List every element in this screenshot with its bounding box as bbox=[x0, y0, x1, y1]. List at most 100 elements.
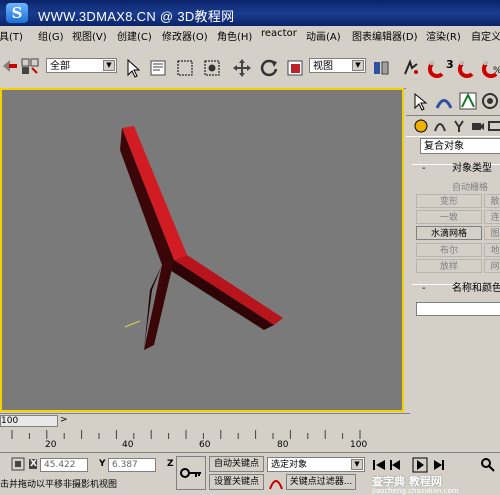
rollout-object-type[interactable]: - 对象类型 bbox=[412, 164, 500, 176]
menu-reactor[interactable]: reactor bbox=[261, 28, 297, 39]
move-icon[interactable] bbox=[232, 58, 252, 78]
undo-icon[interactable] bbox=[0, 56, 20, 76]
connect-button[interactable]: 连 bbox=[484, 210, 500, 224]
status-bar: X 45.422 Y 6.387 Z 自动关键点 设置关键点 选定对象 ▼ 关键… bbox=[0, 452, 500, 495]
object-right-arm-side bbox=[162, 260, 274, 330]
app-logo-icon: S bbox=[6, 3, 28, 23]
axis-tripod bbox=[124, 320, 141, 328]
rotate-icon[interactable] bbox=[259, 58, 279, 78]
shapemerge-button[interactable]: 图 bbox=[484, 226, 500, 240]
menu-tools[interactable]: 具(T) bbox=[0, 28, 23, 43]
z-label: Z bbox=[167, 459, 174, 469]
perspective-viewport[interactable] bbox=[0, 88, 404, 412]
key-filters-button[interactable]: 关键点过滤器... bbox=[286, 474, 356, 490]
modify-tab-icon[interactable] bbox=[434, 91, 454, 111]
create-tab-icon[interactable] bbox=[410, 91, 430, 111]
rollout-name-color-title: 名称和颜色 bbox=[452, 283, 500, 294]
frame-display: 100 bbox=[1, 416, 19, 426]
menu-animation[interactable]: 动画(A) bbox=[306, 28, 341, 43]
lights-icon[interactable] bbox=[452, 119, 466, 133]
zoom-icon[interactable] bbox=[480, 457, 496, 473]
select-object-icon[interactable] bbox=[123, 58, 143, 78]
ref-coord-value: 视图 bbox=[313, 61, 333, 72]
cameras-icon[interactable] bbox=[471, 119, 485, 133]
y-coordinate-field[interactable]: 6.387 bbox=[108, 458, 156, 472]
menu-modifiers[interactable]: 修改器(O) bbox=[162, 28, 208, 43]
geometry-icon[interactable] bbox=[414, 119, 428, 133]
menu-bar: 具(T) 组(G) 视图(V) 创建(C) 修改器(O) 角色(H) react… bbox=[0, 26, 500, 45]
select-filter-icon[interactable] bbox=[20, 56, 40, 76]
mirror-icon[interactable] bbox=[401, 58, 421, 78]
ruler-label: 20 bbox=[45, 440, 57, 450]
boolean-button[interactable]: 布尔 bbox=[416, 243, 482, 257]
rollout-object-type-title: 对象类型 bbox=[452, 163, 492, 174]
scatter-button[interactable]: 散 bbox=[484, 194, 500, 208]
scale-icon[interactable] bbox=[285, 58, 305, 78]
ruler-label: 60 bbox=[199, 440, 211, 450]
menu-group[interactable]: 组(G) bbox=[38, 28, 64, 43]
pivot-icon[interactable] bbox=[371, 58, 391, 78]
play-icon[interactable] bbox=[412, 457, 428, 473]
x-coordinate-field[interactable]: 45.422 bbox=[40, 458, 88, 472]
lock-selection-icon[interactable] bbox=[10, 456, 26, 472]
goto-start-icon[interactable] bbox=[372, 458, 386, 472]
menu-character[interactable]: 角色(H) bbox=[217, 28, 252, 43]
percent-snap-label: % bbox=[493, 66, 500, 76]
chevron-down-icon: ▼ bbox=[351, 459, 363, 470]
viewport-canvas bbox=[120, 126, 283, 350]
menu-views[interactable]: 视图(V) bbox=[72, 28, 107, 43]
time-slider[interactable]: 100 > bbox=[0, 413, 410, 428]
prompt-line: 击并拖动以平移非摄影机视图 bbox=[0, 480, 118, 490]
conform-button[interactable]: 一致 bbox=[416, 210, 482, 224]
terrain-button[interactable]: 地 bbox=[484, 243, 500, 257]
y-label: Y bbox=[99, 459, 106, 469]
key-filter-dropdown[interactable]: 选定对象 ▼ bbox=[267, 457, 365, 472]
prev-frame-icon[interactable] bbox=[388, 458, 402, 472]
angle-snap-icon[interactable] bbox=[458, 58, 478, 78]
title-bar: S WWW.3DMAX8.CN @ 3D教程网 bbox=[0, 0, 500, 26]
window-crossing-icon[interactable] bbox=[202, 58, 222, 78]
category-dropdown[interactable]: 复合对象 bbox=[420, 138, 500, 154]
shapes-icon[interactable] bbox=[433, 119, 447, 133]
chevron-down-icon: ▼ bbox=[103, 60, 115, 71]
time-slider-thumb[interactable]: 100 bbox=[0, 415, 58, 427]
menu-create[interactable]: 创建(C) bbox=[117, 28, 152, 43]
main-toolbar: 全部 ▼ 视图 ▼ 3 % bbox=[0, 44, 500, 89]
create-subtabs bbox=[406, 115, 500, 137]
selection-filter-dropdown[interactable]: 全部 ▼ bbox=[46, 58, 117, 73]
x-value: 45.422 bbox=[44, 460, 76, 470]
chevron-right-icon[interactable]: > bbox=[60, 415, 68, 425]
window-title: WWW.3DMAX8.CN @ 3D教程网 bbox=[38, 9, 235, 24]
motion-tab-icon[interactable] bbox=[480, 91, 500, 111]
x-label: X bbox=[30, 459, 37, 469]
rect-select-icon[interactable] bbox=[175, 58, 195, 78]
rollout-name-color[interactable]: - 名称和颜色 bbox=[412, 284, 500, 296]
chevron-down-icon: ▼ bbox=[352, 60, 364, 71]
set-key-button[interactable]: 设置关键点 bbox=[209, 474, 264, 490]
rollout-collapse-toggle: - bbox=[422, 283, 426, 294]
menu-customize[interactable]: 自定义 bbox=[471, 28, 500, 43]
morph-button[interactable]: 变形 bbox=[416, 194, 482, 208]
track-bar[interactable]: 20 40 60 80 100 bbox=[0, 428, 410, 452]
loft-button[interactable]: 放样 bbox=[416, 259, 482, 273]
menu-rendering[interactable]: 渲染(R) bbox=[426, 28, 461, 43]
auto-grid-checkbox[interactable]: 自动栅格 bbox=[452, 180, 500, 193]
menu-graph-editors[interactable]: 图表编辑器(D) bbox=[352, 28, 418, 43]
helpers-icon[interactable] bbox=[488, 119, 500, 133]
blobmesh-button[interactable]: 水滴网格 bbox=[416, 226, 482, 240]
ruler-label: 40 bbox=[122, 440, 134, 450]
object-upper-arm-side bbox=[120, 128, 174, 265]
mesher-button[interactable]: 网 bbox=[484, 259, 500, 273]
command-panel: 复合对象 - 对象类型 自动栅格 变形 散 一致 连 水滴网格 图 布尔 地 放… bbox=[406, 88, 500, 413]
ref-coord-dropdown[interactable]: 视图 ▼ bbox=[309, 58, 366, 73]
object-right-arm-top bbox=[174, 255, 283, 325]
default-tangent-icon[interactable] bbox=[268, 475, 284, 491]
object-name-input[interactable] bbox=[416, 302, 500, 316]
auto-key-button[interactable]: 自动关键点 bbox=[209, 456, 264, 472]
snap-icon[interactable] bbox=[428, 58, 448, 78]
ruler-label: 80 bbox=[277, 440, 289, 450]
selection-filter-value: 全部 bbox=[50, 61, 70, 72]
select-by-name-icon[interactable] bbox=[148, 58, 168, 78]
hierarchy-tab-icon[interactable] bbox=[458, 91, 478, 111]
next-frame-icon[interactable] bbox=[432, 458, 446, 472]
